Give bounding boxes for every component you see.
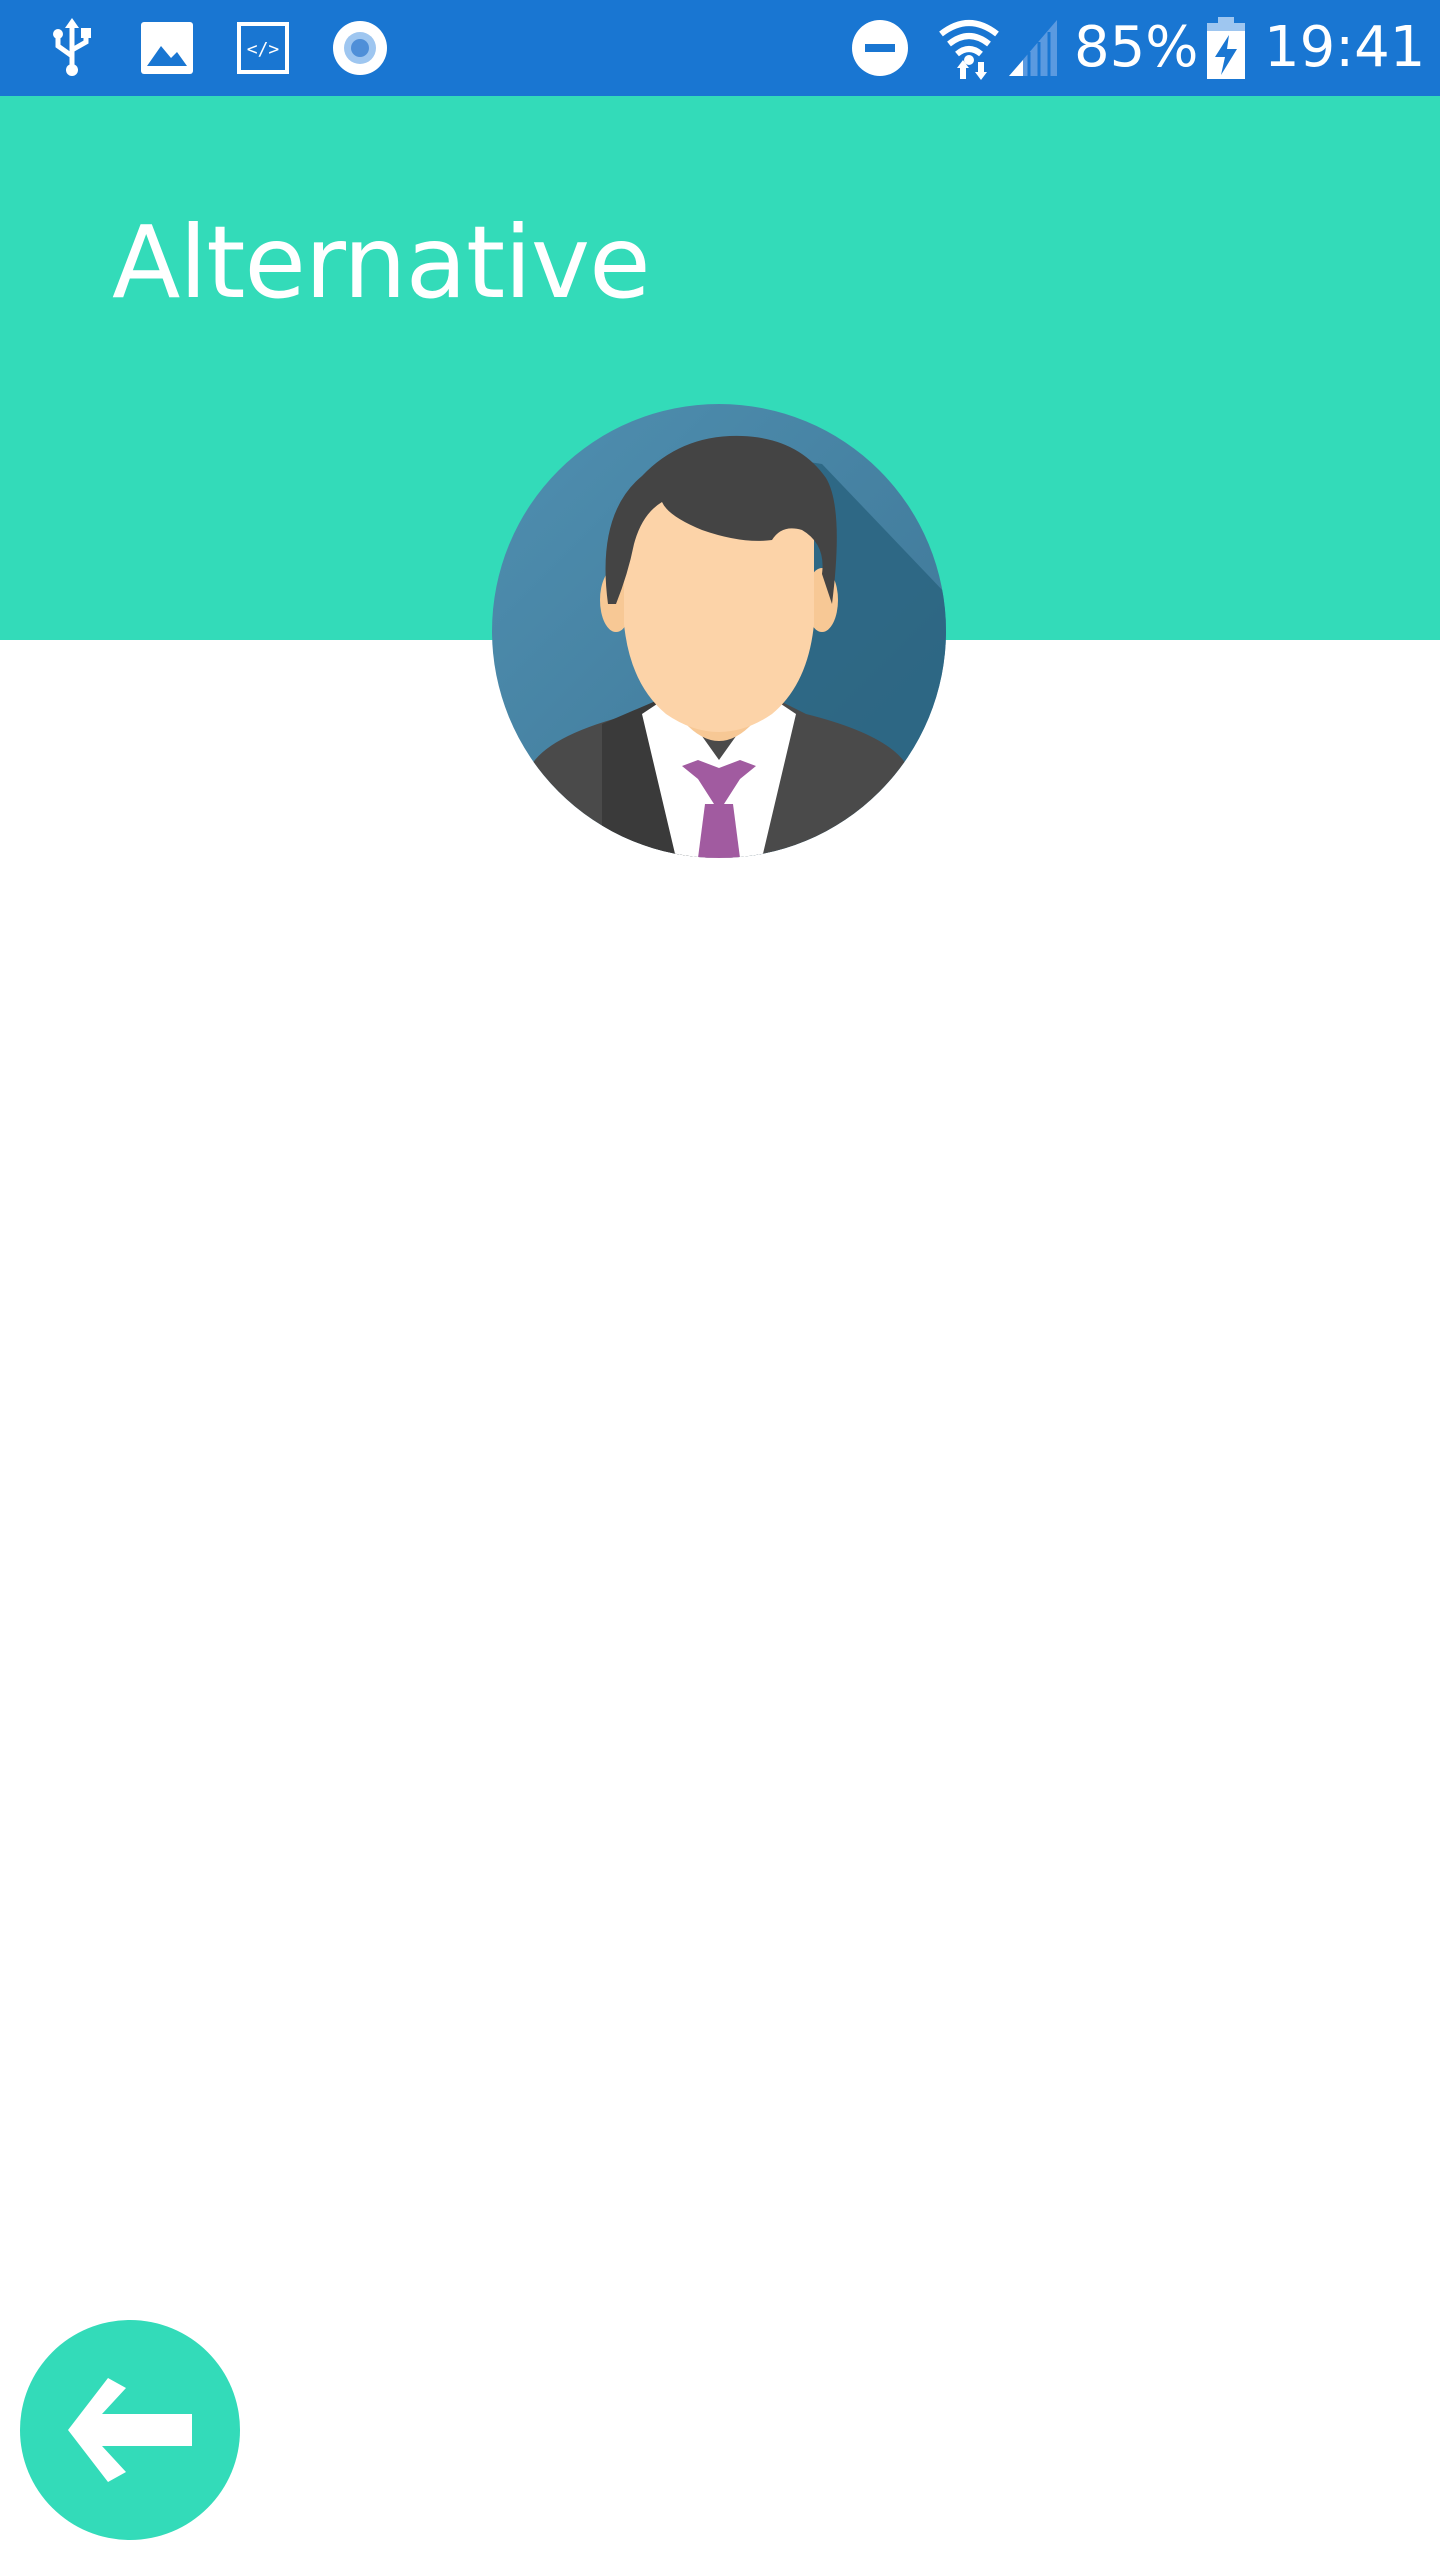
do-not-disturb-icon (850, 18, 910, 78)
image-icon (140, 18, 194, 78)
wifi-icon (936, 18, 1002, 80)
status-bar: </> 85% 19:41 (0, 0, 1440, 96)
record-icon (330, 18, 390, 78)
battery-percent: 85% (1074, 15, 1199, 80)
svg-text:</>: </> (247, 39, 280, 60)
user-avatar-icon (492, 404, 946, 858)
back-arrow-icon (68, 2378, 192, 2482)
battery-charging-icon (1206, 17, 1246, 79)
back-button[interactable] (20, 2320, 240, 2540)
code-icon: </> (236, 18, 290, 78)
page-title: Alternative (112, 204, 651, 321)
status-time: 19:41 (1264, 15, 1426, 80)
usb-icon (46, 18, 98, 78)
cell-signal-icon (1008, 18, 1058, 78)
